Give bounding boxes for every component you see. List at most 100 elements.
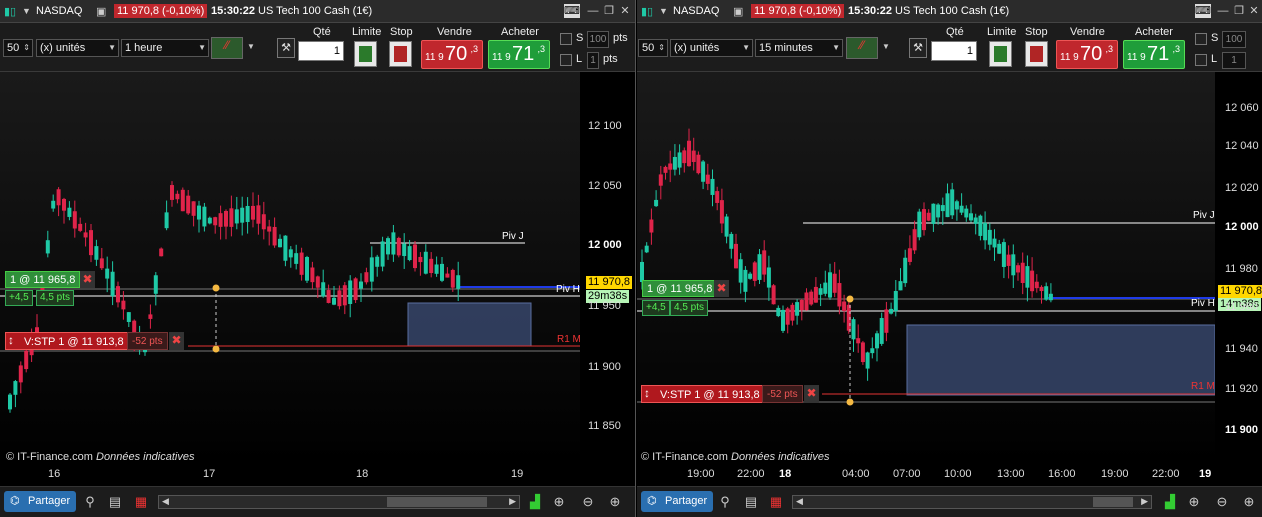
volume-icon[interactable]: ▟ [527,494,543,510]
candle [380,241,385,267]
stop-checkbox[interactable] [560,33,572,45]
limit-points-input[interactable]: 1 [1222,52,1246,69]
minimize-icon[interactable]: — [1215,4,1231,18]
stop-points-input[interactable]: 100 [587,31,609,48]
time-tick-label: 19 [1199,468,1212,480]
maximize-icon[interactable]: ▣ [733,5,743,18]
wrench-icon[interactable]: ⚒ [277,38,295,58]
scroll-left-icon[interactable]: ◀ [796,496,803,507]
bars-icon[interactable]: ▦ [768,494,784,510]
zoom-in-icon[interactable]: ⊕ [1241,494,1257,510]
bar-count-select[interactable]: 50 ⇕ [638,39,668,57]
bars-icon[interactable]: ▦ [133,494,149,510]
chevron-down-icon[interactable]: ▼ [247,42,255,51]
bar-count-select[interactable]: 50 ⇕ [3,39,33,57]
wrench-icon[interactable]: ⚒ [909,38,927,58]
chevron-down-icon[interactable]: ▼ [659,6,668,16]
units-select[interactable]: (x) unités ▼ [36,39,119,57]
chevron-down-icon[interactable]: ▼ [882,42,890,51]
price-axis[interactable]: 11 970,8 29m38s 12 100 12 050 12 000 11 950… [580,72,635,462]
stop-points-input[interactable]: 100 [1222,31,1246,48]
qty-input[interactable]: 1 [298,41,344,61]
candle [191,201,196,216]
restore-icon[interactable]: ❐ [601,4,617,18]
qty-input[interactable]: 1 [931,41,977,61]
maximize-icon[interactable]: ▣ [96,5,106,18]
timeframe-select[interactable]: 15 minutes ▼ [755,39,843,57]
candle [959,205,964,213]
position-tag[interactable]: 1 @ 11 965,8 [642,280,718,297]
scroll-right-icon[interactable]: ▶ [509,496,516,507]
pts-label: pts [613,32,628,44]
cancel-stop-icon[interactable]: ✖ [169,332,184,350]
keyboard-icon[interactable]: ⌨ [564,4,580,18]
limit-checkbox[interactable] [560,54,572,66]
scroll-left-icon[interactable]: ◀ [162,496,169,507]
limit-points-input[interactable]: 1 [587,52,599,69]
zoom-fit-icon[interactable]: ⊕ [551,494,567,510]
symbol-name[interactable]: NASDAQ [36,5,82,17]
close-position-icon[interactable]: ✖ [80,271,95,288]
list-icon[interactable]: ▤ [743,494,759,510]
zoom-out-icon[interactable]: ⊖ [580,494,596,510]
stop-order-button[interactable] [1025,41,1048,67]
restore-icon[interactable]: ❐ [1231,4,1247,18]
candles-icon[interactable]: ▮▯ [4,5,16,18]
zoom-in-icon[interactable]: ⊕ [607,494,623,510]
share-label: Partager [665,495,708,507]
candlestick-plot[interactable] [0,72,580,462]
sell-button[interactable]: 11 9 70 ,3 [1056,40,1118,69]
scroll-thumb[interactable] [1093,497,1133,507]
draw-tool-icon[interactable]: ⚲ [82,494,98,510]
candle [218,213,223,227]
stop-order-button[interactable] [389,41,412,67]
scroll-right-icon[interactable]: ▶ [1141,496,1148,507]
share-button[interactable]: ⌬ Partager [4,491,77,512]
price-axis[interactable]: 11 970,8 14m38s 12 060 12 040 12 020 12 000… [1215,72,1262,462]
candle [197,205,201,220]
close-icon[interactable]: ✕ [617,4,633,18]
stop-checkbox[interactable] [1195,33,1207,45]
cancel-stop-icon[interactable]: ✖ [804,385,819,403]
time-scrollbar[interactable]: ◀ ▶ [158,495,520,509]
list-icon[interactable]: ▤ [107,494,123,510]
time-axis[interactable]: 19:00 22:00 18 04:00 07:00 10:00 13:00 16:00 19:… [637,462,1262,486]
time-scrollbar[interactable]: ◀ ▶ [792,495,1152,509]
draw-tool-icon[interactable]: ⚲ [717,494,733,510]
limit-order-button[interactable] [989,41,1012,67]
buy-button[interactable]: 11 9 71 ,3 [1123,40,1185,69]
candle [51,200,56,209]
units-select[interactable]: (x) unités ▼ [670,39,753,57]
stop-order-tag[interactable]: V:STP 1 @ 11 913,8 [641,385,765,403]
zoom-fit-icon[interactable]: ⊕ [1186,494,1202,510]
minimize-icon[interactable]: — [585,4,601,18]
zoom-out-icon[interactable]: ⊖ [1214,494,1230,510]
candles-icon[interactable]: ▮▯ [641,5,653,18]
candle [790,304,795,321]
chevron-down-icon[interactable]: ▼ [22,6,31,16]
price-chart[interactable]: Piv J Piv H R1 M 1 @ 11 965,8 ✖ +4,5 4,5… [0,72,580,462]
close-position-icon[interactable]: ✖ [714,280,729,297]
candle [13,381,18,395]
volume-icon[interactable]: ▟ [1162,494,1178,510]
sell-button[interactable]: 11 9 70 ,3 [421,40,483,69]
limit-checkbox[interactable] [1195,54,1207,66]
stop-order-tag[interactable]: V:STP 1 @ 11 913,8 [5,332,129,350]
entry-marker [846,295,854,303]
scroll-thumb[interactable] [387,497,487,507]
drag-handle-icon[interactable]: ↕ [8,333,14,347]
close-icon[interactable]: ✕ [1246,4,1262,18]
price-chart[interactable]: Piv J Piv H R1 M 1 @ 11 965,8 ✖ +4,5 4,5… [637,72,1215,462]
keyboard-icon[interactable]: ⌨ [1195,4,1211,18]
indicator-icon[interactable]: ⁄⁄ [846,37,878,59]
time-axis[interactable]: 16 17 18 19 [0,462,580,486]
share-button[interactable]: ⌬ Partager [641,491,714,512]
indicator-icon[interactable]: ⁄⁄ [211,37,243,59]
symbol-name[interactable]: NASDAQ [673,5,719,17]
timeframe-select[interactable]: 1 heure ▼ [121,39,209,57]
position-tag[interactable]: 1 @ 11 965,8 [5,271,81,288]
buy-button[interactable]: 11 9 71 ,3 [488,40,550,69]
limit-order-button[interactable] [354,41,377,67]
candle [870,348,875,354]
drag-handle-icon[interactable]: ↕ [644,386,650,400]
